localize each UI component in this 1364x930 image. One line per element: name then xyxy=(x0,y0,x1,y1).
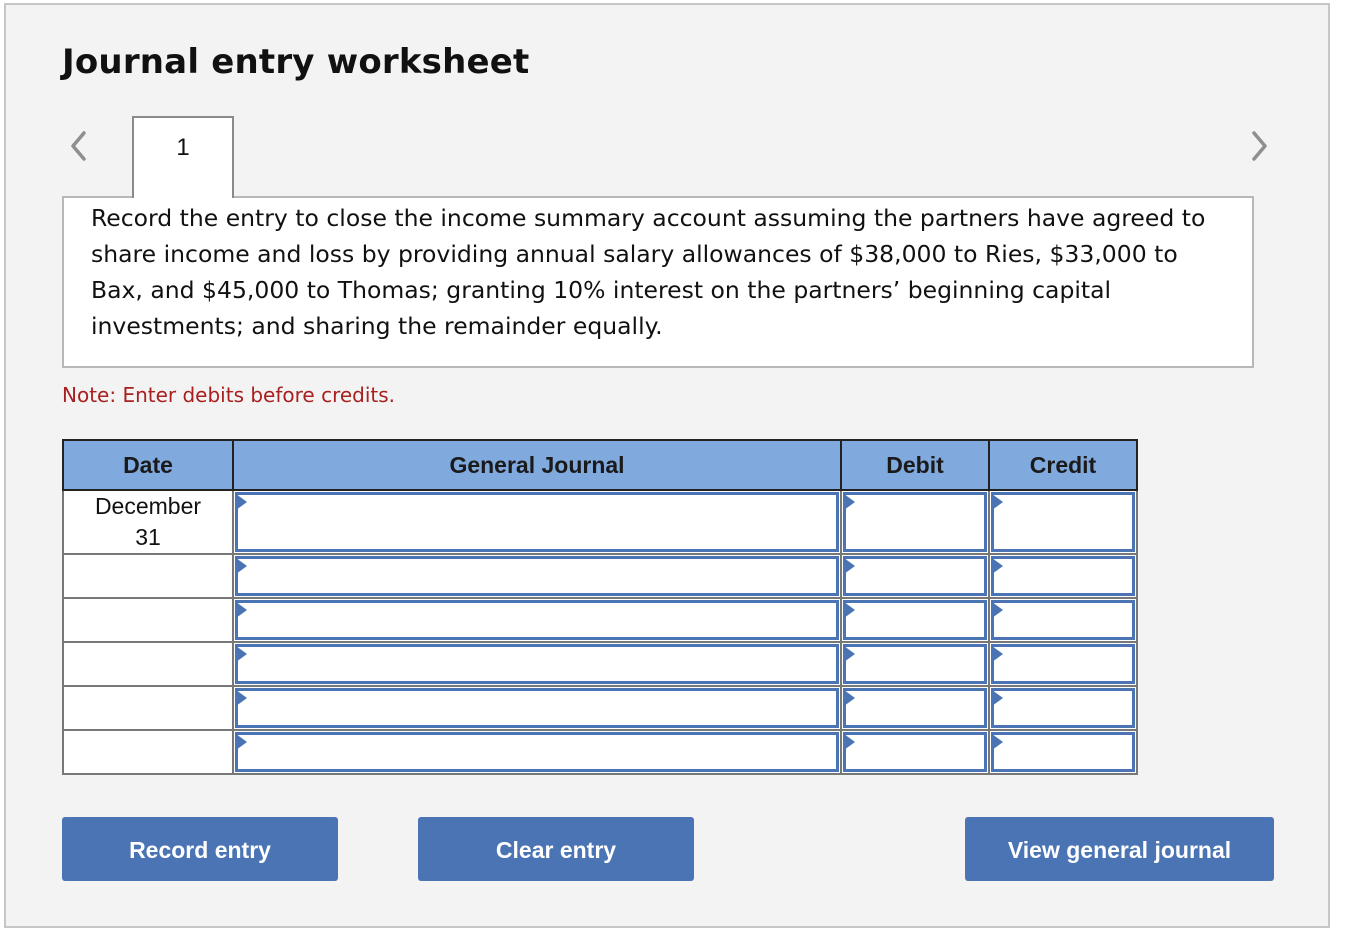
instruction-note: Note: Enter debits before credits. xyxy=(62,383,396,407)
question-text: Record the entry to close the income sum… xyxy=(62,196,1254,368)
debit-field[interactable] xyxy=(843,556,987,596)
clear-entry-button[interactable]: Clear entry xyxy=(418,817,694,881)
journal-row: December 31 xyxy=(62,489,1138,555)
date-cell: December 31 xyxy=(62,489,234,555)
journal-row xyxy=(62,597,1138,643)
journal-row xyxy=(62,685,1138,731)
dropdown-marker-icon xyxy=(844,646,855,662)
date-cell[interactable] xyxy=(62,553,234,599)
dropdown-marker-icon xyxy=(992,602,1003,618)
dropdown-marker-icon xyxy=(844,690,855,706)
credit-field[interactable] xyxy=(991,732,1135,772)
debit-field[interactable] xyxy=(843,732,987,772)
account-cell xyxy=(232,641,842,687)
tab-entry-1[interactable]: 1 xyxy=(132,116,234,198)
dropdown-marker-icon xyxy=(236,734,247,750)
view-general-journal-button[interactable]: View general journal xyxy=(965,817,1274,881)
account-field[interactable] xyxy=(235,600,839,640)
chevron-left-icon xyxy=(71,131,86,161)
credit-field[interactable] xyxy=(991,644,1135,684)
tab-label: 1 xyxy=(176,134,190,161)
dropdown-marker-icon xyxy=(236,494,247,510)
credit-field[interactable] xyxy=(991,600,1135,640)
date-value: December 31 xyxy=(94,493,202,550)
debit-cell xyxy=(840,729,990,775)
journal-row xyxy=(62,553,1138,599)
debit-field[interactable] xyxy=(843,492,987,552)
date-cell[interactable] xyxy=(62,729,234,775)
record-entry-button[interactable]: Record entry xyxy=(62,817,338,881)
credit-field[interactable] xyxy=(991,556,1135,596)
debit-field[interactable] xyxy=(843,600,987,640)
credit-field[interactable] xyxy=(991,688,1135,728)
header-debit: Debit xyxy=(840,439,990,491)
account-field[interactable] xyxy=(235,688,839,728)
journal-table: Date General Journal Debit Credit Decemb… xyxy=(62,439,1138,775)
credit-cell xyxy=(988,489,1138,555)
date-cell[interactable] xyxy=(62,641,234,687)
header-date: Date xyxy=(62,439,234,491)
dropdown-marker-icon xyxy=(844,734,855,750)
dropdown-marker-icon xyxy=(844,494,855,510)
account-cell xyxy=(232,553,842,599)
account-cell xyxy=(232,729,842,775)
dropdown-marker-icon xyxy=(992,558,1003,574)
date-cell[interactable] xyxy=(62,597,234,643)
date-cell[interactable] xyxy=(62,685,234,731)
credit-cell xyxy=(988,641,1138,687)
account-cell xyxy=(232,597,842,643)
credit-cell xyxy=(988,729,1138,775)
debit-field[interactable] xyxy=(843,688,987,728)
credit-cell xyxy=(988,685,1138,731)
debit-cell xyxy=(840,597,990,643)
dropdown-marker-icon xyxy=(844,602,855,618)
debit-cell xyxy=(840,641,990,687)
page-title: Journal entry worksheet xyxy=(62,42,530,82)
prev-entry-button[interactable] xyxy=(64,128,94,164)
dropdown-marker-icon xyxy=(992,734,1003,750)
credit-cell xyxy=(988,597,1138,643)
dropdown-marker-icon xyxy=(236,558,247,574)
account-cell xyxy=(232,489,842,555)
credit-cell xyxy=(988,553,1138,599)
account-field[interactable] xyxy=(235,732,839,772)
account-field[interactable] xyxy=(235,492,839,552)
header-credit: Credit xyxy=(988,439,1138,491)
dropdown-marker-icon xyxy=(236,602,247,618)
chevron-right-icon xyxy=(1252,131,1267,161)
debit-field[interactable] xyxy=(843,644,987,684)
dropdown-marker-icon xyxy=(236,646,247,662)
debit-cell xyxy=(840,685,990,731)
debit-cell xyxy=(840,553,990,599)
dropdown-marker-icon xyxy=(236,690,247,706)
journal-row xyxy=(62,641,1138,687)
credit-field[interactable] xyxy=(991,492,1135,552)
debit-cell xyxy=(840,489,990,555)
dropdown-marker-icon xyxy=(844,558,855,574)
account-field[interactable] xyxy=(235,556,839,596)
next-entry-button[interactable] xyxy=(1244,128,1274,164)
journal-header-row: Date General Journal Debit Credit xyxy=(62,439,1138,491)
dropdown-marker-icon xyxy=(992,494,1003,510)
account-cell xyxy=(232,685,842,731)
account-field[interactable] xyxy=(235,644,839,684)
dropdown-marker-icon xyxy=(992,646,1003,662)
dropdown-marker-icon xyxy=(992,690,1003,706)
journal-row xyxy=(62,729,1138,775)
header-general-journal: General Journal xyxy=(232,439,842,491)
